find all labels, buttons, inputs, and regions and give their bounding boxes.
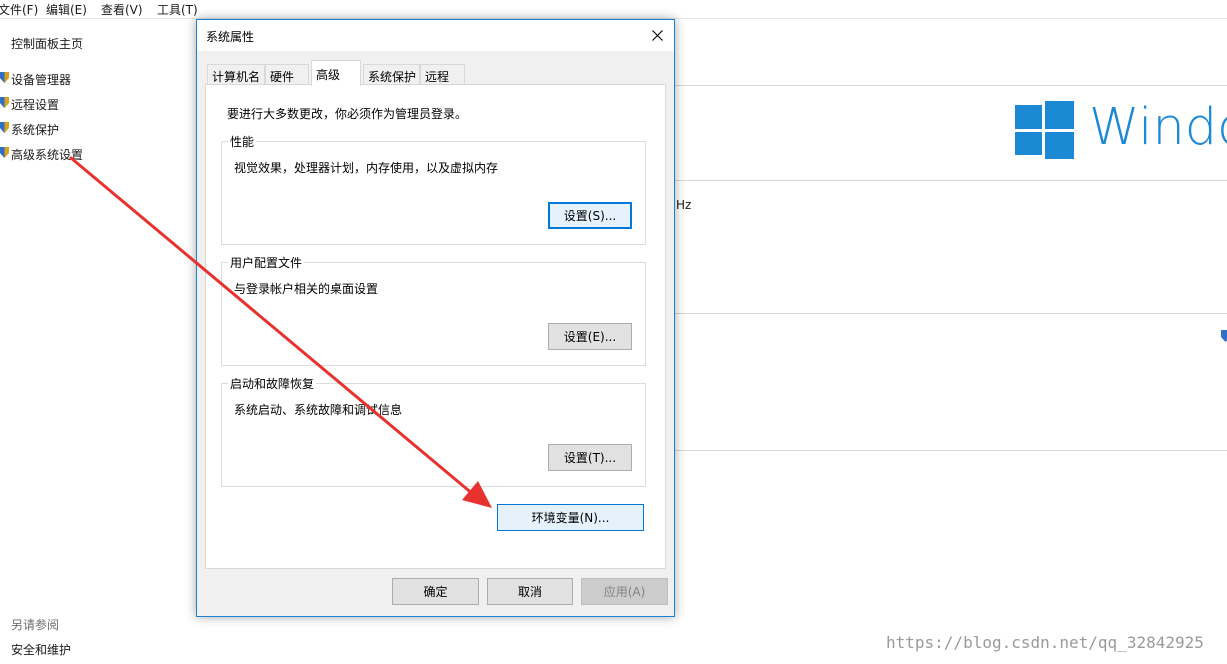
close-button[interactable] [640,20,674,51]
tab-system-protection[interactable]: 系统保护 [363,64,420,85]
section-divider [675,450,1227,451]
menu-view[interactable]: 查看(V) [101,1,143,18]
tab-advanced[interactable]: 高级 [311,60,361,86]
performance-desc: 视觉效果，处理器计划，内存使用，以及虚拟内存 [234,161,499,175]
sidebar-item-advanced-system-settings[interactable]: 高级系统设置 [11,146,83,163]
environment-variables-button[interactable]: 环境变量(N)... [497,504,644,531]
admin-note: 要进行大多数更改，你必须作为管理员登录。 [227,107,468,121]
see-also-heading: 另请参阅 [11,618,60,632]
tab-remote[interactable]: 远程 [420,64,465,85]
shield-icon [0,122,9,133]
shield-icon [1221,330,1227,342]
dialog-title-bar[interactable]: 系统属性 [197,20,674,51]
dialog-title: 系统属性 [206,30,255,44]
shield-icon [0,72,9,83]
startup-recovery-desc: 系统启动、系统故障和调试信息 [234,403,403,417]
ok-button[interactable]: 确定 [392,578,479,605]
section-divider [675,85,1227,86]
watermark: https://blog.csdn.net/qq_32842925 [886,633,1204,652]
menu-edit[interactable]: 编辑(E) [46,1,87,18]
apply-button[interactable]: 应用(A) [581,578,668,605]
cancel-button[interactable]: 取消 [487,578,573,605]
user-profiles-desc: 与登录帐户相关的桌面设置 [234,282,379,296]
tab-computer-name[interactable]: 计算机名 [207,64,265,85]
section-divider [675,180,1227,181]
sidebar-item-device-manager[interactable]: 设备管理器 [11,71,71,88]
startup-recovery-group: 启动和故障恢复 系统启动、系统故障和调试信息 设置(T)... [221,375,646,487]
sidebar-item-remote-settings[interactable]: 远程设置 [11,96,59,113]
system-properties-dialog: 系统属性 计算机名 硬件 高级 系统保护 远程 要进行大多数更改，你必须作为管理… [196,19,675,617]
shield-icon [0,97,9,108]
performance-group: 性能 视觉效果，处理器计划，内存使用，以及虚拟内存 设置(S)... [221,133,646,245]
advanced-tab-panel: 要进行大多数更改，你必须作为管理员登录。 性能 视觉效果，处理器计划，内存使用，… [205,84,666,569]
sidebar-item-system-protection[interactable]: 系统保护 [11,121,59,138]
user-profiles-title: 用户配置文件 [228,254,305,271]
windows-logo-icon [1015,101,1074,159]
performance-settings-button[interactable]: 设置(S)... [548,202,632,229]
startup-recovery-title: 启动和故障恢复 [228,375,317,392]
menu-file[interactable]: 文件(F) [0,1,38,18]
close-icon [651,30,663,41]
section-divider [675,313,1227,314]
user-profiles-settings-button[interactable]: 设置(E)... [548,323,632,350]
processor-speed-fragment: Hz [676,198,692,212]
tab-hardware[interactable]: 硬件 [265,64,309,85]
user-profiles-group: 用户配置文件 与登录帐户相关的桌面设置 设置(E)... [221,254,646,366]
performance-title: 性能 [228,133,257,150]
see-also-security-link[interactable]: 安全和维护 [11,641,71,658]
menu-bar: 文件(F) 编辑(E) 查看(V) 工具(T) [0,0,1227,19]
startup-recovery-settings-button[interactable]: 设置(T)... [548,444,632,471]
shield-icon [0,147,9,158]
windows-logo-text: Windo [1089,98,1227,157]
menu-tools[interactable]: 工具(T) [157,1,198,18]
control-panel-home-link[interactable]: 控制面板主页 [11,35,83,52]
